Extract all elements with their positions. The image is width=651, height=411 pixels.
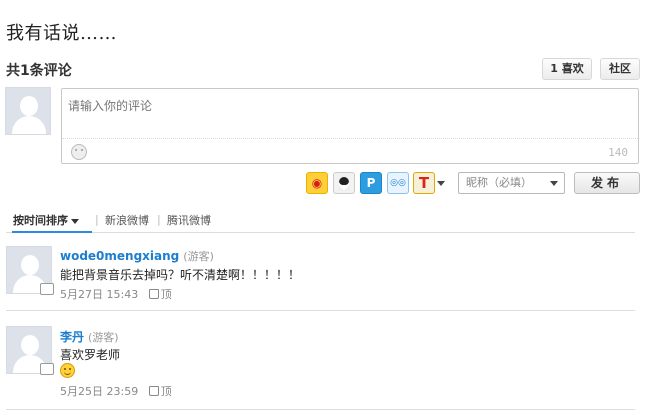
comment-divider <box>6 310 635 311</box>
chevron-down-icon <box>550 181 558 186</box>
sina-weibo-icon[interactable]: ◉ <box>306 172 328 194</box>
like-button[interactable]: 1 喜欢 <box>542 58 592 80</box>
comment-editor: 140 <box>61 88 639 164</box>
tencent-weibo-icon[interactable]: T <box>413 172 435 194</box>
share-more-dropdown-icon[interactable] <box>437 181 445 186</box>
nickname-label: 昵称（必填） <box>466 176 532 189</box>
comment-count-title: 共1条评论 <box>6 63 72 79</box>
comment-bubble-icon <box>40 283 54 295</box>
upvote-label: 顶 <box>160 385 172 398</box>
comment-author-role: (游客) <box>88 331 119 344</box>
current-user-avatar <box>5 87 51 135</box>
smiley-icon[interactable] <box>71 144 87 160</box>
comment-author[interactable]: wode0mengxiang (游客) <box>60 248 214 264</box>
qzone-icon[interactable]: ◎◎ <box>387 172 409 194</box>
tab-sort-by-time-label: 按时间排序 <box>13 214 68 227</box>
publish-button[interactable]: 发布 <box>574 172 640 194</box>
comment-text: 喜欢罗老师 <box>60 348 121 362</box>
comment-meta: 5月25日 23:59 顶 <box>60 383 172 399</box>
tab-sort-by-time[interactable]: 按时间排序 <box>13 212 79 228</box>
comment-author-role: (游客) <box>183 250 214 263</box>
tab-separator: | <box>95 213 99 226</box>
tab-tencent-weibo[interactable]: 腾讯微博 <box>167 212 211 228</box>
comment-date: 5月25日 23:59 <box>60 385 139 398</box>
smiley-emoji-icon <box>60 363 75 378</box>
upvote-button[interactable]: 顶 <box>148 385 172 398</box>
comment-input[interactable] <box>68 97 628 135</box>
comment-text: 能把背景音乐去掉吗？听不清楚啊！！！！！ <box>60 268 301 282</box>
page-title: 我有话说…… <box>6 23 117 44</box>
thumbs-up-icon <box>148 289 159 299</box>
thumbs-up-icon <box>148 386 159 396</box>
tab-sina-weibo[interactable]: 新浪微博 <box>105 212 149 228</box>
comment-author-name: 李丹 <box>60 330 85 344</box>
community-button[interactable]: 社区 <box>600 58 640 80</box>
upvote-label: 顶 <box>160 288 172 301</box>
pengyou-icon[interactable]: P <box>360 172 382 194</box>
char-counter: 140 <box>608 146 628 159</box>
comment-divider <box>6 409 635 410</box>
comment-author[interactable]: 李丹 (游客) <box>60 328 119 345</box>
comment-meta: 5月27日 15:43 顶 <box>60 286 172 302</box>
comment-author-name: wode0mengxiang <box>60 249 180 263</box>
sort-tabs: 按时间排序 | 新浪微博 | 腾讯微博 <box>6 210 635 233</box>
qq-icon[interactable] <box>333 172 355 194</box>
tab-separator: | <box>157 213 161 226</box>
chevron-down-icon <box>71 218 79 224</box>
upvote-button[interactable]: 顶 <box>148 288 172 301</box>
active-tab-indicator <box>12 231 92 233</box>
nickname-select[interactable]: 昵称（必填） <box>458 172 565 194</box>
comment-bubble-icon <box>40 363 54 375</box>
comment-date: 5月27日 15:43 <box>60 288 139 301</box>
editor-divider <box>62 138 638 139</box>
